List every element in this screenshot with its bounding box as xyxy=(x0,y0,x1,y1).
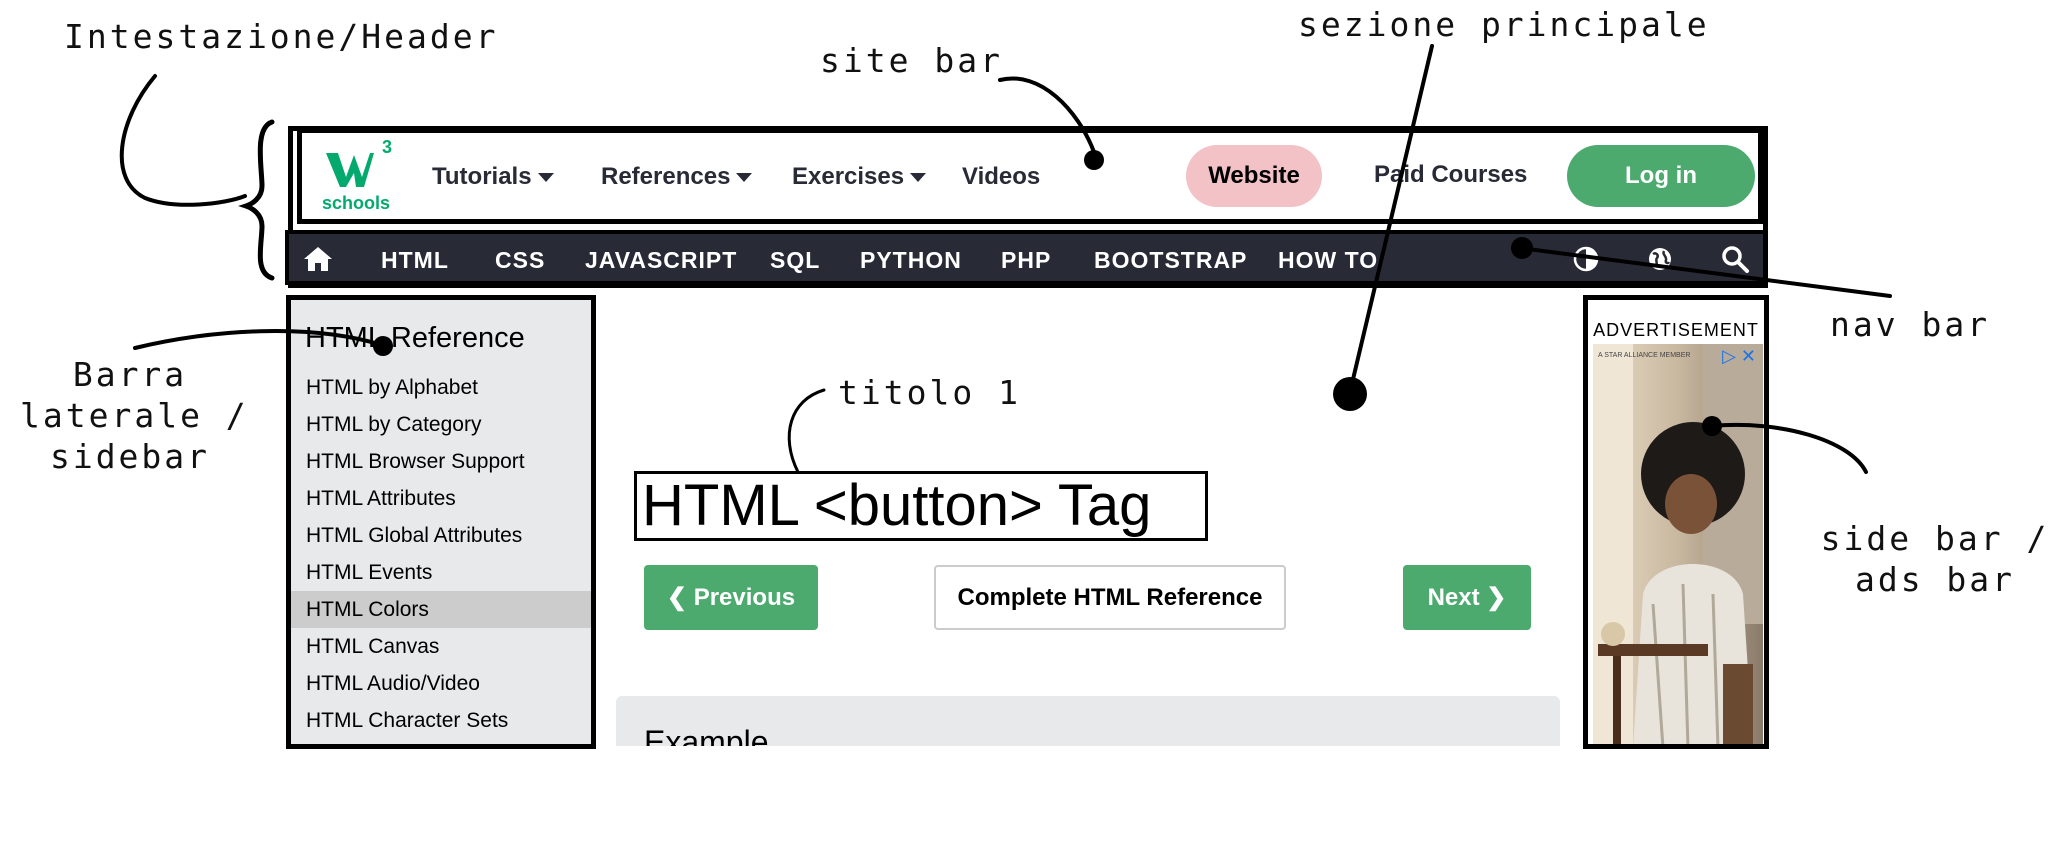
next-button[interactable]: Next ❯ xyxy=(1403,565,1531,630)
w3schools-logo[interactable]: 3 schools xyxy=(320,137,392,215)
ad-fine-print: A STAR ALLIANCE MEMBER xyxy=(1598,352,1691,359)
menu-references-label: References xyxy=(601,163,731,190)
sidebar-item[interactable]: HTML Audio/Video xyxy=(291,665,591,702)
site-bar: 3 schools Tutorials References Exercises… xyxy=(297,128,1763,224)
home-icon[interactable] xyxy=(303,246,333,277)
nav-item-css[interactable]: CSS xyxy=(495,247,545,274)
menu-exercises[interactable]: Exercises xyxy=(792,163,927,191)
paid-courses-link[interactable]: Paid Courses xyxy=(1374,161,1527,189)
menu-tutorials-label: Tutorials xyxy=(432,163,532,190)
nav-item-sql[interactable]: SQL xyxy=(770,247,820,274)
example-title: Example xyxy=(644,724,769,746)
globe-icon[interactable] xyxy=(1647,246,1673,277)
nav-item-python[interactable]: PYTHON xyxy=(860,247,962,274)
caret-down-icon xyxy=(736,172,753,182)
sidebar-item[interactable]: HTML Global Attributes xyxy=(291,517,591,554)
logo-superscript: 3 xyxy=(381,137,392,157)
w3-logo-icon: 3 xyxy=(324,137,392,191)
menu-exercises-label: Exercises xyxy=(792,163,905,190)
annotation-site-bar: site bar xyxy=(820,41,1003,80)
caret-down-icon xyxy=(910,172,927,182)
ads-bar: ADVERTISEMENT A STAR ALLIANCE MEMBER ▷ ✕ xyxy=(1583,295,1769,749)
caret-down-icon xyxy=(537,172,554,182)
sidebar: HTML Reference HTML by Alphabet HTML by … xyxy=(286,295,596,749)
menu-videos-label: Videos xyxy=(962,163,1041,190)
nav-item-javascript[interactable]: JAVASCRIPT xyxy=(585,247,737,274)
nav-item-php[interactable]: PHP xyxy=(1001,247,1051,274)
sidebar-item[interactable]: HTML Character Sets xyxy=(291,702,591,739)
example-box: Example xyxy=(616,696,1560,746)
sidebar-title: HTML Reference xyxy=(305,322,525,354)
annotation-sidebar: Barra laterale / sidebar xyxy=(20,355,249,476)
annotation-header: Intestazione/Header xyxy=(64,17,499,56)
menu-references[interactable]: References xyxy=(601,163,753,191)
logo-text: schools xyxy=(321,193,391,213)
sidebar-item[interactable]: HTML Canvas xyxy=(291,628,591,665)
sidebar-item[interactable]: HTML Attributes xyxy=(291,480,591,517)
login-button[interactable]: Log in xyxy=(1567,145,1755,207)
contrast-icon[interactable] xyxy=(1573,246,1599,277)
annotation-main-section: sezione principale xyxy=(1298,5,1710,44)
sidebar-item[interactable]: HTML Events xyxy=(291,554,591,591)
ad-label: ADVERTISEMENT xyxy=(1593,320,1759,340)
nav-bar: HTML CSS JAVASCRIPT SQL PYTHON PHP BOOTS… xyxy=(285,230,1767,285)
complete-reference-button[interactable]: Complete HTML Reference xyxy=(934,565,1286,630)
sidebar-item-active[interactable]: HTML Colors xyxy=(291,591,591,628)
page-title: HTML <button> Tag xyxy=(642,473,1152,538)
annotation-ads-bar: side bar / ads bar xyxy=(1820,519,2050,599)
menu-videos[interactable]: Videos xyxy=(962,163,1040,191)
nav-item-how-to[interactable]: HOW TO xyxy=(1278,247,1378,274)
sidebar-item[interactable]: HTML by Alphabet xyxy=(291,369,591,406)
sidebar-item[interactable]: HTML Browser Support xyxy=(291,443,591,480)
annotation-nav-bar: nav bar xyxy=(1830,305,1991,344)
nav-item-bootstrap[interactable]: BOOTSTRAP xyxy=(1094,247,1247,274)
search-icon[interactable] xyxy=(1721,245,1749,278)
annotation-title1: titolo 1 xyxy=(838,373,1021,412)
website-button[interactable]: Website xyxy=(1186,145,1322,207)
ad-choices-close-icon[interactable]: ▷ ✕ xyxy=(1722,346,1756,367)
nav-item-html[interactable]: HTML xyxy=(381,247,449,274)
ad-image[interactable] xyxy=(1593,344,1763,748)
sidebar-item[interactable]: HTML by Category xyxy=(291,406,591,443)
previous-button[interactable]: ❮ Previous xyxy=(644,565,818,630)
menu-tutorials[interactable]: Tutorials xyxy=(432,163,554,191)
